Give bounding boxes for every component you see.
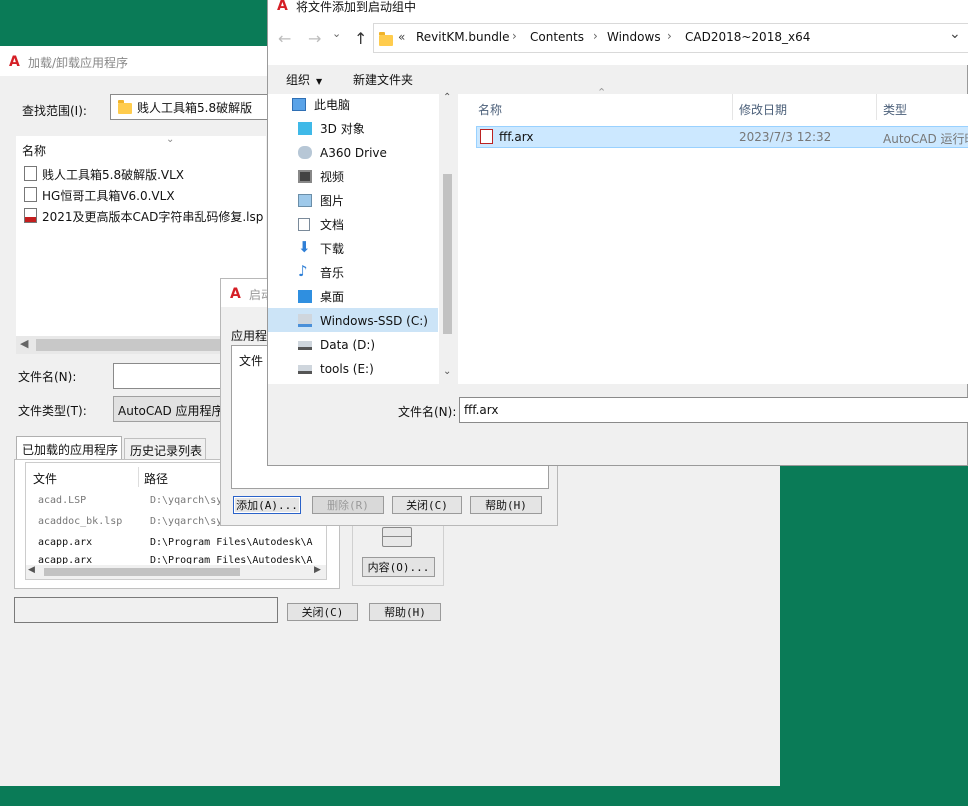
autocad-logo-icon [230, 286, 243, 302]
status-field [14, 597, 278, 623]
file-list-pane[interactable]: ⌃ 名称 修改日期 类型 fff.arx 2023/7/3 12:32 Auto… [458, 86, 968, 384]
vlx-file-icon [24, 187, 37, 202]
file-col-header[interactable]: 文件 [239, 352, 263, 369]
up-arrow-icon[interactable]: ↑ [354, 29, 367, 48]
breadcrumb-overflow[interactable]: « [398, 30, 405, 44]
delete-button[interactable]: 删除(R) [312, 496, 384, 514]
autocad-logo-icon [277, 0, 290, 14]
drive-icon [298, 365, 312, 374]
lookin-value: 贱人工具箱5.8破解版 [137, 101, 253, 115]
arx-file-icon [480, 129, 493, 144]
windows-drive-icon [298, 314, 312, 327]
list-item[interactable]: 贱人工具箱5.8破解版.VLX [24, 164, 264, 184]
scroll-left-icon[interactable]: ◀ [28, 565, 35, 575]
list-item[interactable]: HG恒哥工具箱V6.0.VLX [24, 185, 264, 205]
folder-icon [118, 100, 132, 114]
tab-loaded-apps[interactable]: 已加载的应用程序 [16, 436, 122, 460]
scroll-down-icon[interactable]: ⌄ [443, 366, 451, 377]
breadcrumb-chevron-icon: › [593, 29, 598, 43]
document-icon [298, 218, 310, 231]
address-bar[interactable]: « RevitKM.bundle › Contents › Windows › … [373, 23, 968, 53]
address-dropdown-icon[interactable]: ⌄ [949, 26, 961, 42]
lookin-dropdown[interactable]: 贱人工具箱5.8破解版 [110, 94, 270, 120]
new-folder-button[interactable]: 新建文件夹 [353, 71, 413, 88]
add-file-dialog: 将文件添加到启动组中 ← → ⌄ ↑ « RevitKM.bundle › Co… [267, 0, 968, 466]
col-path-header[interactable]: 路径 [144, 470, 168, 487]
picture-icon [298, 194, 312, 207]
filetype-label: 文件类型(T): [18, 404, 87, 418]
lsp-file-icon [24, 208, 37, 223]
dialog-title: 加载/卸载应用程序 [28, 56, 129, 70]
breadcrumb-chevron-icon: › [667, 29, 672, 43]
filename-input[interactable]: fff.arx [459, 397, 968, 423]
breadcrumb-item[interactable]: RevitKM.bundle [416, 30, 510, 44]
music-icon: ♪ [298, 262, 308, 280]
desktop-icon [298, 290, 312, 303]
video-icon [298, 170, 312, 183]
cloud-drive-icon [298, 146, 312, 159]
scroll-left-icon[interactable]: ◀ [20, 337, 28, 350]
help-button[interactable]: 帮助(H) [369, 603, 441, 621]
nav-vscrollbar[interactable]: ⌃ ⌄ [439, 92, 456, 384]
tab-history[interactable]: 历史记录列表 [124, 438, 206, 460]
list-item[interactable]: 2021及更高版本CAD字符串乱码修复.lsp [24, 206, 264, 226]
breadcrumb-chevron-icon: › [512, 29, 517, 43]
scroll-right-icon[interactable]: ▶ [314, 565, 321, 575]
table-row[interactable]: acapp.arx D:\Program Files\Autodesk\A [26, 533, 326, 553]
download-icon: ⬇ [298, 238, 311, 256]
back-arrow-icon[interactable]: ← [278, 29, 291, 48]
navigation-pane[interactable]: 此电脑 3D 对象 A360 Drive 视频 图片 文档 ⬇ 下载 ♪ 音乐 [268, 92, 456, 384]
apps-label: 应用程 [231, 329, 268, 343]
folder-icon [379, 32, 393, 46]
filename-label: 文件名(N): [398, 405, 457, 419]
drive-icon [298, 341, 312, 350]
table-row[interactable]: acapp.arx D:\Program Files\Autodesk\A [26, 554, 326, 564]
cube-icon [298, 122, 312, 135]
vlx-file-icon [24, 166, 37, 181]
loaded-list-hscrollbar[interactable]: ◀ ▶ [26, 565, 326, 579]
breadcrumb-item[interactable]: Contents [530, 30, 584, 44]
add-button[interactable]: 添加(A)... [233, 496, 301, 514]
briefcase-icon [382, 527, 412, 547]
autocad-logo-icon [9, 54, 22, 70]
col-name-header[interactable]: 名称 [478, 101, 502, 118]
computer-icon [292, 98, 306, 111]
contents-button[interactable]: 内容(O)... [362, 557, 435, 577]
close-button[interactable]: 关闭(C) [392, 496, 462, 514]
col-file-header[interactable]: 文件 [33, 470, 57, 487]
sort-chevron-icon: ⌄ [166, 134, 175, 145]
sort-up-icon: ⌃ [597, 86, 607, 99]
forward-arrow-icon[interactable]: → [308, 29, 321, 48]
lookin-label: 查找范围(I): [22, 104, 87, 118]
recent-chevron-icon[interactable]: ⌄ [332, 27, 341, 40]
organize-button[interactable]: 组织 ▼ [286, 71, 322, 88]
breadcrumb-item[interactable]: Windows [607, 30, 661, 44]
scroll-up-icon[interactable]: ⌃ [443, 92, 451, 103]
breadcrumb-item[interactable]: CAD2018~2018_x64 [685, 30, 810, 44]
close-button[interactable]: 关闭(C) [287, 603, 358, 621]
name-header[interactable]: 名称 [22, 142, 46, 159]
help-button[interactable]: 帮助(H) [470, 496, 542, 514]
col-date-header[interactable]: 修改日期 [739, 101, 787, 118]
table-row[interactable]: fff.arx 2023/7/3 12:32 AutoCAD 运行时 [476, 126, 968, 148]
dropdown-arrow-icon: ▼ [316, 77, 323, 86]
filename-label: 文件名(N): [18, 370, 77, 384]
col-type-header[interactable]: 类型 [883, 101, 907, 118]
